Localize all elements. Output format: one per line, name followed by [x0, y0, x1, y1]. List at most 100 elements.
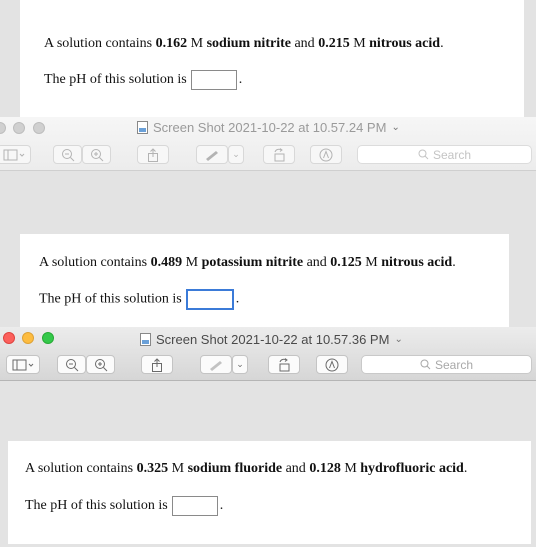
concentration-1: 0.162	[155, 36, 188, 51]
concentration-2: 0.215	[318, 36, 350, 51]
ph-prompt: The pH of this solution is	[25, 498, 168, 514]
concentration-1: 0.489	[150, 255, 183, 270]
window-title-text: Screen Shot 2021-10-22 at 10.57.36 PM	[156, 332, 390, 347]
sentence-end: .	[463, 461, 468, 476]
toolbar: ⌄ Search	[0, 349, 536, 379]
pen-icon	[206, 150, 218, 161]
preview-window-1: Screen Shot 2021-10-22 at 10.57.24 PM ⌄ …	[0, 117, 536, 171]
and-label: and	[290, 36, 319, 51]
rotate-button[interactable]	[263, 145, 295, 164]
concentration-2: 0.128	[309, 461, 341, 476]
question-text-2: A solution contains 0.489 M potassium ni…	[39, 255, 456, 271]
minimize-button[interactable]	[22, 332, 34, 344]
markup-dropdown-button[interactable]: ⌄	[232, 355, 248, 374]
sentence-end: .	[440, 36, 444, 51]
markup-pen-button[interactable]	[200, 355, 232, 374]
markup-toolbar-button[interactable]	[310, 145, 342, 164]
acid-name: nitrous acid	[369, 36, 441, 51]
period: .	[238, 72, 243, 88]
question-intro: A solution contains	[25, 461, 137, 476]
ph-answer-input[interactable]	[171, 496, 218, 516]
question-card-3: A solution contains 0.325 M sodium fluor…	[8, 441, 531, 544]
ph-answer-input[interactable]	[185, 289, 234, 310]
zoom-out-button[interactable]	[57, 355, 86, 374]
search-field[interactable]: Search	[357, 145, 532, 164]
share-button[interactable]	[141, 355, 173, 374]
search-placeholder: Search	[432, 147, 472, 162]
zoom-button[interactable]	[33, 122, 45, 134]
share-icon	[152, 357, 162, 372]
period: .	[219, 498, 224, 514]
markup-dropdown-button[interactable]: ⌄	[228, 145, 244, 164]
markup-icon	[319, 148, 333, 161]
chevron-down-icon[interactable]: ⌄	[394, 334, 402, 345]
image-file-icon	[140, 333, 151, 346]
question-intro: A solution contains	[39, 255, 151, 270]
zoom-in-button[interactable]	[86, 355, 115, 374]
and-label: and	[303, 255, 331, 270]
search-field[interactable]: Search	[361, 355, 532, 374]
window-title: Screen Shot 2021-10-22 at 10.57.24 PM ⌄	[137, 120, 400, 135]
markup-icon	[325, 358, 339, 371]
unit-label: M	[187, 36, 207, 51]
search-icon	[418, 149, 429, 160]
chevron-down-icon: ⌄	[232, 149, 240, 159]
markup-toolbar-button[interactable]	[316, 355, 348, 374]
question-card-2: A solution contains 0.489 M potassium ni…	[20, 234, 509, 327]
pen-icon	[210, 360, 222, 371]
ph-row-2: The pH of this solution is.	[39, 289, 239, 310]
window-title-text: Screen Shot 2021-10-22 at 10.57.24 PM	[153, 120, 387, 135]
salt-name: potassium nitrite	[201, 255, 304, 270]
rotate-icon	[274, 147, 285, 161]
question-text-3: A solution contains 0.325 M sodium fluor…	[25, 461, 467, 477]
question-text-1: A solution contains 0.162 M sodium nitri…	[44, 36, 444, 52]
unit-label: M	[182, 255, 202, 270]
share-button[interactable]	[137, 145, 169, 164]
ph-prompt: The pH of this solution is	[44, 72, 187, 88]
search-placeholder: Search	[434, 357, 474, 372]
rotate-button[interactable]	[268, 355, 300, 374]
question-card-1: A solution contains 0.162 M sodium nitri…	[20, 0, 524, 117]
salt-name: sodium nitrite	[206, 36, 291, 51]
period: .	[235, 291, 240, 307]
markup-pen-button[interactable]	[196, 145, 228, 164]
chevron-down-icon[interactable]: ⌄	[391, 122, 399, 133]
title-bar[interactable]: Screen Shot 2021-10-22 at 10.57.24 PM ⌄	[0, 117, 536, 139]
close-button[interactable]	[3, 332, 15, 344]
sidebar-toggle-button[interactable]	[6, 355, 40, 374]
ph-prompt: The pH of this solution is	[39, 291, 182, 307]
ph-row-3: The pH of this solution is.	[25, 496, 223, 516]
sidebar-toggle-button[interactable]	[0, 145, 31, 164]
sidebar-icon	[3, 149, 25, 160]
search-icon	[420, 359, 431, 370]
ph-row-1: The pH of this solution is.	[44, 70, 242, 90]
share-icon	[148, 147, 158, 162]
acid-name: hydrofluoric acid	[360, 461, 464, 476]
zoom-out-icon	[61, 148, 74, 161]
question-intro: A solution contains	[44, 36, 156, 51]
title-bar[interactable]: Screen Shot 2021-10-22 at 10.57.36 PM ⌄	[0, 327, 536, 349]
sidebar-icon	[12, 359, 34, 370]
ph-answer-input[interactable]	[190, 70, 237, 90]
zoom-out-icon	[65, 358, 78, 371]
concentration-1: 0.325	[136, 461, 169, 476]
unit-label: M	[340, 461, 361, 476]
unit-label: M	[361, 255, 382, 270]
and-label: and	[282, 461, 310, 476]
unit-label: M	[168, 461, 188, 476]
minimize-button[interactable]	[13, 122, 25, 134]
zoom-in-button[interactable]	[82, 145, 111, 164]
toolbar: ⌄ Search	[0, 139, 536, 169]
rotate-icon	[279, 357, 290, 371]
zoom-button[interactable]	[42, 332, 54, 344]
zoom-in-icon	[90, 148, 103, 161]
zoom-out-button[interactable]	[53, 145, 82, 164]
chevron-down-icon: ⌄	[236, 359, 244, 369]
acid-name: nitrous acid	[381, 255, 453, 270]
salt-name: sodium fluoride	[187, 461, 283, 476]
unit-label: M	[349, 36, 370, 51]
image-file-icon	[137, 121, 148, 134]
sentence-end: .	[452, 255, 456, 270]
zoom-in-icon	[94, 358, 107, 371]
close-button[interactable]	[0, 122, 6, 134]
